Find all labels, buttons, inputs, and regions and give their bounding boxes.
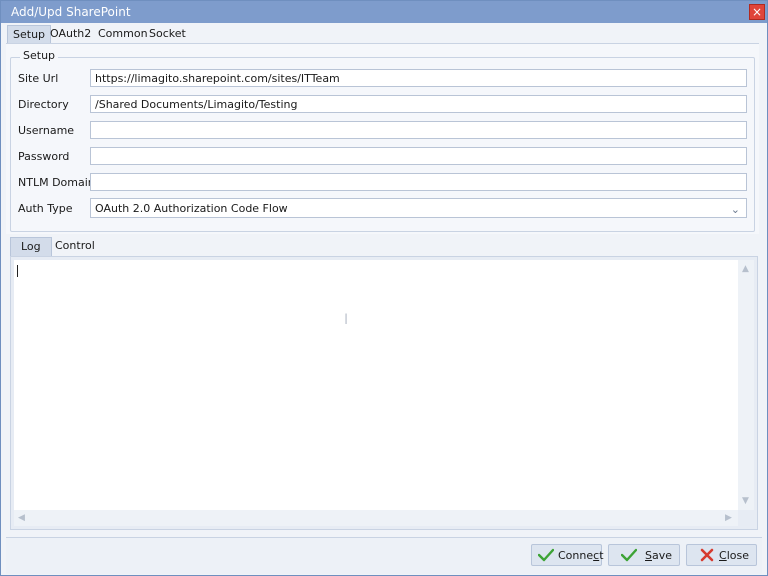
auth-type-value: OAuth 2.0 Authorization Code Flow xyxy=(95,202,288,215)
close-icon: × xyxy=(751,5,763,19)
save-label: Save xyxy=(645,549,673,562)
close-button[interactable]: Close xyxy=(686,544,757,566)
cross-icon xyxy=(700,548,714,562)
scroll-right-icon[interactable]: ▶ xyxy=(725,513,732,523)
setup-group-title: Setup xyxy=(20,49,59,62)
ibeam-cursor-icon: I xyxy=(344,312,349,328)
window-close-button[interactable]: × xyxy=(749,4,765,20)
window-title: Add/Upd SharePoint xyxy=(11,5,131,19)
connect-button[interactable]: Connect xyxy=(531,544,604,566)
username-input[interactable] xyxy=(90,121,747,139)
log-textarea[interactable]: I xyxy=(14,260,738,510)
ntlm-domain-input[interactable] xyxy=(90,173,747,191)
site-url-input[interactable]: https://limagito.sharepoint.com/sites/IT… xyxy=(90,69,747,87)
tab-log[interactable]: Log xyxy=(10,237,52,256)
auth-type-label: Auth Type xyxy=(18,202,73,215)
directory-label: Directory xyxy=(18,98,69,111)
scroll-down-icon[interactable]: ▼ xyxy=(742,496,749,506)
text-caret xyxy=(17,265,18,277)
site-url-label: Site Url xyxy=(18,72,59,85)
dialog-window: Add/Upd SharePoint × Setup OAuth2 Common… xyxy=(0,0,768,576)
log-pane: I ▲ ▼ ◀ ▶ xyxy=(10,256,758,530)
vertical-scrollbar[interactable]: ▲ ▼ xyxy=(738,260,754,510)
horizontal-scrollbar[interactable]: ◀ ▶ xyxy=(14,510,738,526)
title-bar[interactable]: Add/Upd SharePoint × xyxy=(1,1,767,23)
auth-type-select[interactable]: OAuth 2.0 Authorization Code Flow ⌄ xyxy=(90,198,747,218)
username-label: Username xyxy=(18,124,75,137)
scroll-left-icon[interactable]: ◀ xyxy=(18,513,25,523)
tab-oauth2[interactable]: OAuth2 xyxy=(45,25,96,43)
scroll-up-icon[interactable]: ▲ xyxy=(742,264,749,274)
directory-input[interactable]: /Shared Documents/Limagito/Testing xyxy=(90,95,747,113)
check-icon xyxy=(538,548,554,562)
close-label: Close xyxy=(719,549,749,562)
save-button[interactable]: Save xyxy=(608,544,680,566)
connect-label: Connect xyxy=(558,549,604,562)
chevron-down-icon[interactable]: ⌄ xyxy=(731,201,740,217)
tab-socket[interactable]: Socket xyxy=(144,25,191,43)
setup-pane: Setup Site Url https://limagito.sharepoi… xyxy=(6,43,759,234)
check-icon xyxy=(621,548,637,562)
password-input[interactable] xyxy=(90,147,747,165)
tab-control[interactable]: Control xyxy=(50,237,100,255)
button-bar: Connect Save Close xyxy=(6,537,762,574)
password-label: Password xyxy=(18,150,70,163)
ntlm-domain-label: NTLM Domain xyxy=(18,176,95,189)
